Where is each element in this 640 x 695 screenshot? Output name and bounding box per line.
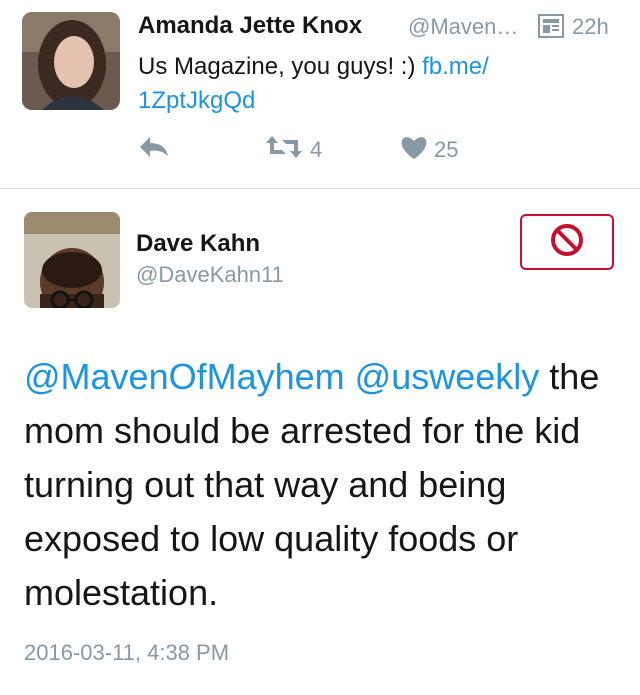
tweet-text: Us Magazine, you guys! :) fb.me/1ZptJkgQ… (138, 50, 608, 118)
avatar[interactable] (24, 212, 120, 308)
tweet-body: @MavenOfMayhem @usweekly the mom should … (24, 350, 624, 620)
document-icon (538, 14, 564, 43)
heart-icon (400, 134, 428, 165)
mention-link[interactable]: @MavenOfMayhem (24, 356, 345, 397)
retweet-count: 4 (310, 136, 323, 162)
block-icon (549, 222, 585, 263)
tweet-timestamp[interactable]: 2016-03-11, 4:38 PM (24, 640, 229, 666)
retweet-button[interactable]: 4 (264, 134, 322, 165)
tweet-link-part2[interactable]: 1ZptJkgQd (138, 87, 255, 114)
mention-link[interactable]: @usweekly (355, 356, 540, 397)
reply-button[interactable] (138, 134, 170, 165)
tweet-text-body: Us Magazine, you guys! :) (138, 53, 423, 80)
blocked-button[interactable] (520, 214, 614, 270)
like-button[interactable]: 25 (400, 134, 458, 165)
divider (0, 188, 640, 189)
like-count: 25 (434, 136, 459, 162)
author-name[interactable]: Dave Kahn (136, 230, 260, 258)
tweet-amanda[interactable]: Amanda Jette Knox @Maven… 22h Us Magazin… (0, 0, 640, 188)
avatar[interactable] (22, 12, 120, 110)
author-handle[interactable]: @Maven… (408, 14, 518, 40)
reply-icon (138, 134, 170, 165)
tweet-time[interactable]: 22h (572, 14, 609, 40)
author-name[interactable]: Amanda Jette Knox (138, 12, 362, 40)
tweet-link-part1[interactable]: fb.me/ (422, 53, 489, 80)
retweet-icon (264, 134, 304, 165)
author-handle[interactable]: @DaveKahn11 (136, 262, 284, 288)
